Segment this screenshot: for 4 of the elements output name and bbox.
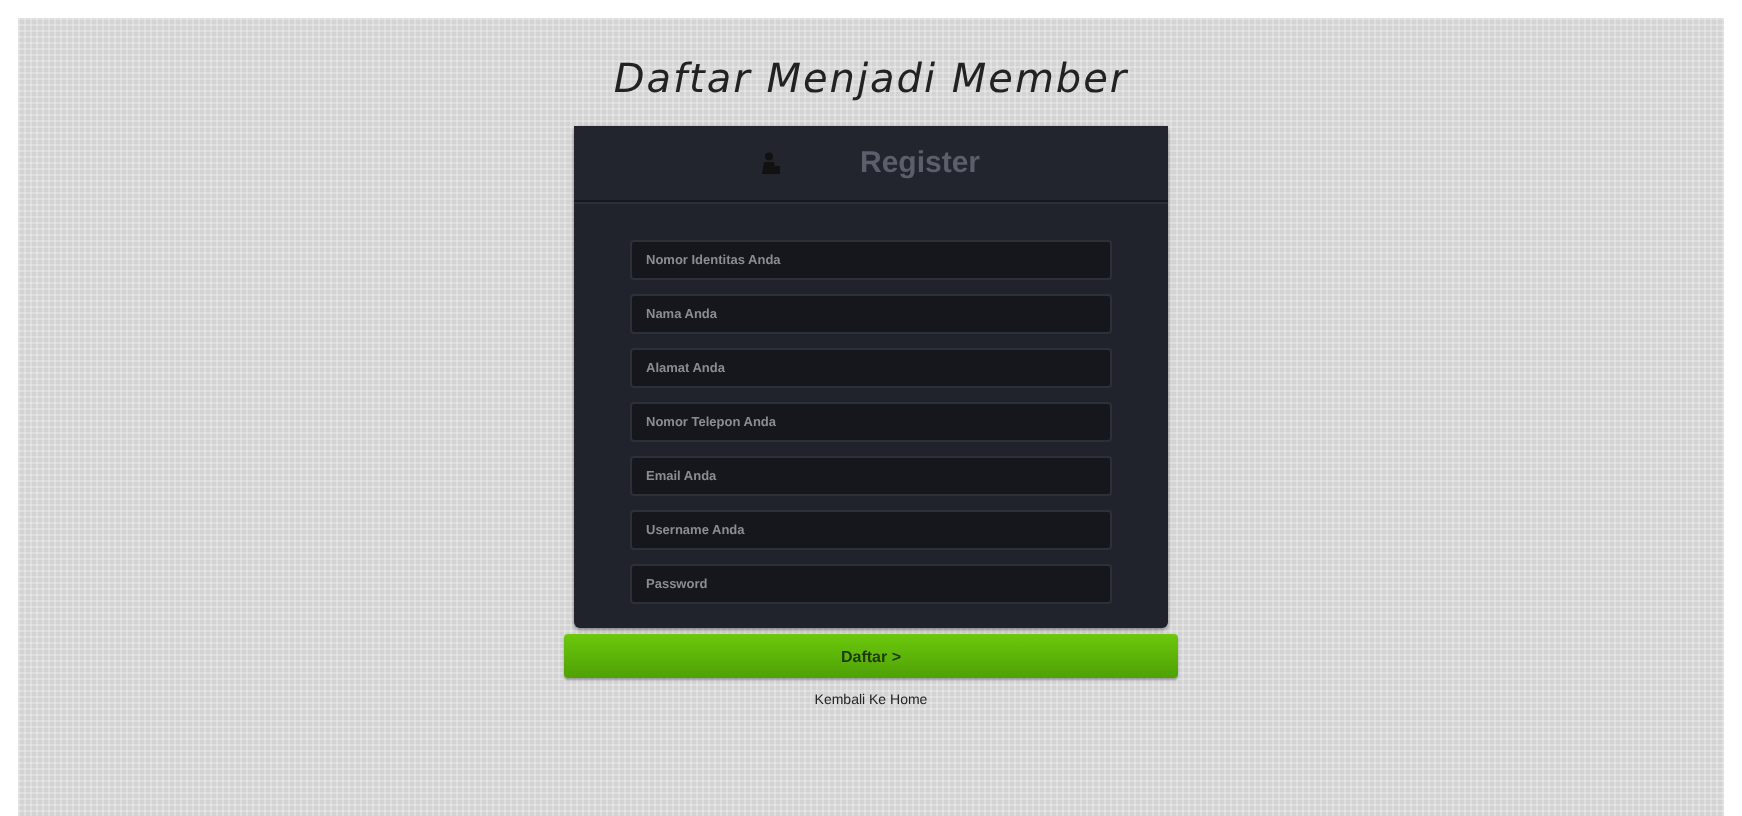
page-title: Daftar Menjadi Member (613, 54, 1129, 102)
daftar-button[interactable]: Daftar > (564, 634, 1178, 678)
panel-title: Register (859, 146, 981, 180)
user-icon (761, 152, 780, 174)
